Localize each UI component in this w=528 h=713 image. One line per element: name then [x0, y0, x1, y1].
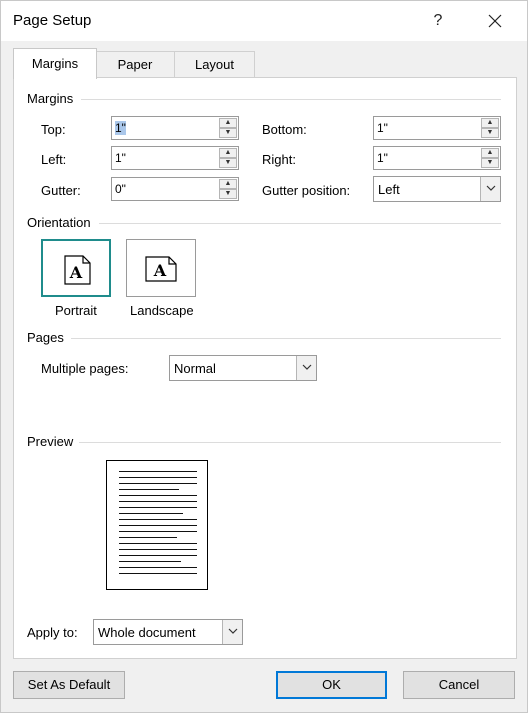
apply-to-select[interactable]: Whole document: [93, 619, 243, 645]
gutter-spinner[interactable]: 0" ▲ ▼: [111, 177, 239, 201]
bottom-margin-decrement[interactable]: ▼: [481, 128, 499, 138]
top-margin-increment[interactable]: ▲: [219, 118, 237, 128]
multiple-pages-dropdown-button[interactable]: [296, 356, 316, 380]
preview-group-label: Preview: [27, 434, 74, 449]
landscape-label: Landscape: [130, 303, 194, 318]
multiple-pages-select[interactable]: Normal: [169, 355, 317, 381]
pages-group-label: Pages: [27, 330, 64, 345]
portrait-page-icon: A: [64, 255, 91, 285]
title-bar: Page Setup ?: [1, 1, 527, 41]
pages-group-divider: [71, 338, 501, 339]
right-label: Right:: [262, 152, 296, 167]
ok-button[interactable]: OK: [276, 671, 387, 699]
left-margin-increment[interactable]: ▲: [219, 148, 237, 158]
close-icon: [488, 14, 502, 28]
margins-group-divider: [81, 99, 501, 100]
apply-to-value: Whole document: [98, 625, 196, 640]
right-margin-decrement[interactable]: ▼: [481, 158, 499, 168]
set-as-default-button[interactable]: Set As Default: [13, 671, 125, 699]
gutter-decrement[interactable]: ▼: [219, 189, 237, 199]
left-margin-value[interactable]: 1": [115, 151, 126, 165]
left-margin-spinner[interactable]: 1" ▲ ▼: [111, 146, 239, 170]
orientation-group-label: Orientation: [27, 215, 91, 230]
top-label: Top:: [41, 122, 66, 137]
margins-group-label: Margins: [27, 91, 74, 106]
tab-paper[interactable]: Paper: [95, 51, 175, 78]
top-margin-spinner[interactable]: 1" ▲ ▼: [111, 116, 239, 140]
portrait-glyph: A: [69, 263, 83, 282]
preview-group-divider: [79, 442, 501, 443]
chevron-down-icon: [228, 628, 237, 634]
gutter-position-select[interactable]: Left: [373, 176, 501, 202]
right-margin-value[interactable]: 1": [377, 151, 388, 165]
right-margin-increment[interactable]: ▲: [481, 148, 499, 158]
multiple-pages-label: Multiple pages:: [41, 361, 129, 376]
dialog-title: Page Setup: [13, 12, 92, 29]
portrait-label: Portrait: [55, 303, 97, 318]
bottom-margin-increment[interactable]: ▲: [481, 118, 499, 128]
right-margin-spinner[interactable]: 1" ▲ ▼: [373, 146, 501, 170]
landscape-page-icon: A: [145, 256, 177, 282]
tab-margins[interactable]: Margins: [13, 48, 97, 79]
landscape-glyph: A: [153, 261, 167, 280]
cancel-button[interactable]: Cancel: [403, 671, 515, 699]
left-margin-decrement[interactable]: ▼: [219, 158, 237, 168]
gutter-label: Gutter:: [41, 183, 81, 198]
gutter-increment[interactable]: ▲: [219, 179, 237, 189]
close-button[interactable]: [483, 9, 507, 33]
preview-page-thumbnail: [106, 460, 208, 590]
bottom-label: Bottom:: [262, 122, 307, 137]
gutter-position-dropdown-button[interactable]: [480, 177, 500, 201]
help-button[interactable]: ?: [426, 9, 450, 33]
gutter-position-value: Left: [378, 182, 400, 197]
page-setup-dialog: Page Setup ? Margins Paper Layout Margin…: [0, 0, 528, 713]
landscape-button[interactable]: A: [126, 239, 196, 297]
orientation-group-divider: [99, 223, 501, 224]
portrait-button[interactable]: A: [41, 239, 111, 297]
multiple-pages-value: Normal: [174, 361, 216, 376]
gutter-position-label: Gutter position:: [262, 183, 351, 198]
apply-to-label: Apply to:: [27, 625, 78, 640]
left-label: Left:: [41, 152, 67, 167]
tab-layout[interactable]: Layout: [174, 51, 255, 78]
chevron-down-icon: [302, 364, 311, 370]
chevron-down-icon: [486, 185, 495, 191]
apply-to-dropdown-button[interactable]: [222, 620, 242, 644]
top-margin-decrement[interactable]: ▼: [219, 128, 237, 138]
top-margin-value[interactable]: 1": [115, 121, 126, 135]
gutter-value[interactable]: 0": [115, 182, 126, 196]
bottom-margin-spinner[interactable]: 1" ▲ ▼: [373, 116, 501, 140]
bottom-margin-value[interactable]: 1": [377, 121, 388, 135]
